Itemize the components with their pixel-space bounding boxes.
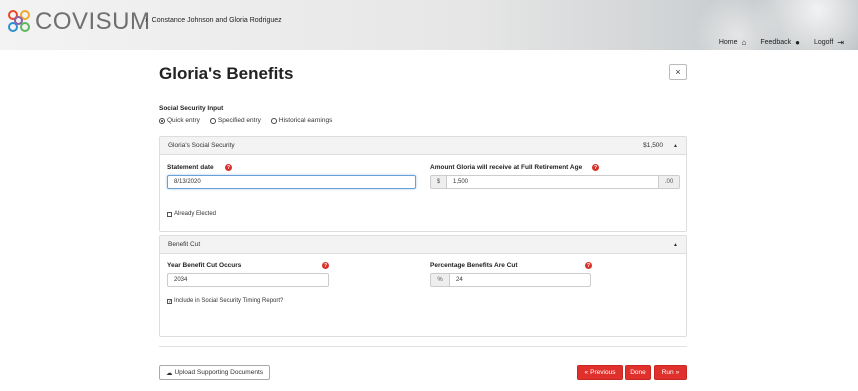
- run-label: Run: [661, 369, 674, 376]
- cloud-upload-icon: ☁: [165, 369, 173, 377]
- ss-panel-title: Gloria's Social Security: [168, 142, 235, 149]
- top-nav: Home ⌂ Feedback ● Logoff ⇥: [719, 38, 844, 47]
- ss-input-label: Social Security Input: [159, 105, 224, 112]
- chevron-right-icon: ›: [145, 15, 148, 24]
- radio-unchecked-icon: [270, 117, 277, 124]
- nav-feedback[interactable]: Feedback ●: [760, 38, 800, 47]
- help-icon[interactable]: ?: [322, 262, 329, 269]
- breadcrumb-client-names: Constance Johnson and Gloria Rodriguez: [151, 17, 282, 24]
- run-button[interactable]: Run »: [654, 365, 687, 380]
- radio-quick-entry[interactable]: Quick entry: [159, 117, 200, 124]
- already-elected-checkbox[interactable]: Already Elected: [167, 211, 216, 217]
- benefit-cut-panel-title: Benefit Cut: [168, 241, 201, 248]
- checkbox-unchecked-icon: [167, 211, 172, 217]
- radio-label: Quick entry: [167, 117, 200, 124]
- nav-home[interactable]: Home ⌂: [719, 38, 747, 47]
- previous-label: Previous: [590, 369, 616, 376]
- ss-panel-amount: $1,500: [643, 142, 664, 149]
- help-icon[interactable]: ?: [225, 164, 232, 171]
- radio-label: Historical earnings: [278, 117, 333, 124]
- covisum-logo[interactable]: COVISUM: [8, 8, 151, 36]
- radio-specified-entry[interactable]: Specified entry: [209, 117, 261, 124]
- cents-addon: .00: [658, 175, 680, 189]
- upload-label: Upload Supporting Documents: [174, 369, 264, 376]
- sign-out-icon: ⇥: [837, 38, 844, 47]
- comment-icon: ●: [795, 38, 800, 47]
- radio-historical-earnings[interactable]: Historical earnings: [270, 117, 333, 124]
- done-label: Done: [630, 369, 646, 376]
- nav-feedback-label: Feedback: [760, 39, 792, 46]
- pct-cut-input[interactable]: 24: [449, 273, 591, 287]
- statement-date-label: Statement date: [167, 164, 214, 171]
- logo-text: COVISUM: [35, 8, 151, 35]
- nav-logoff-label: Logoff: [813, 39, 834, 46]
- help-icon[interactable]: ?: [592, 164, 599, 171]
- home-icon: ⌂: [741, 38, 747, 47]
- include-timing-report-checkbox[interactable]: ✓ Include in Social Security Timing Repo…: [167, 298, 283, 304]
- caret-up-icon: ▲: [673, 142, 678, 149]
- previous-button[interactable]: « Previous: [577, 365, 623, 380]
- year-cut-input[interactable]: 2034: [167, 273, 329, 287]
- radio-checked-icon: [159, 117, 165, 124]
- radio-unchecked-icon: [209, 117, 216, 124]
- double-chevron-right-icon: »: [675, 369, 680, 376]
- checkbox-label: Already Elected: [174, 211, 217, 217]
- nav-logoff[interactable]: Logoff ⇥: [814, 38, 844, 47]
- caret-up-icon: ▲: [673, 241, 678, 248]
- benefit-cut-panel-header[interactable]: Benefit Cut ▲: [160, 236, 686, 254]
- close-button[interactable]: ×: [669, 64, 687, 80]
- page-title: Gloria's Benefits: [159, 64, 294, 83]
- fra-amount-input[interactable]: 1,500: [446, 175, 659, 189]
- percent-addon: %: [430, 273, 450, 287]
- ss-input-options: Quick entry Specified entry Historical e…: [159, 117, 332, 124]
- statement-date-input[interactable]: 8/13/2020: [167, 175, 416, 189]
- checkbox-checked-icon: ✓: [167, 298, 173, 305]
- fra-amount-label: Amount Gloria will receive at Full Retir…: [430, 164, 583, 171]
- breadcrumb[interactable]: › Constance Johnson and Gloria Rodriguez: [145, 15, 282, 24]
- checkbox-label: Include in Social Security Timing Report…: [174, 298, 284, 304]
- double-chevron-left-icon: «: [584, 369, 589, 376]
- nav-home-label: Home: [718, 39, 738, 46]
- app-header: COVISUM › Constance Johnson and Gloria Ro…: [0, 0, 858, 50]
- radio-label: Specified entry: [217, 117, 261, 124]
- upload-documents-button[interactable]: ☁ Upload Supporting Documents: [159, 365, 270, 380]
- ss-panel: Gloria's Social Security $1,500 ▲ Statem…: [159, 136, 687, 232]
- done-button[interactable]: Done: [625, 365, 651, 380]
- logo-mark-icon: [8, 10, 32, 34]
- pct-cut-label: Percentage Benefits Are Cut: [430, 262, 518, 269]
- year-cut-label: Year Benefit Cut Occurs: [167, 262, 242, 269]
- currency-addon: $: [430, 175, 447, 189]
- close-icon: ×: [675, 67, 681, 77]
- ss-panel-header[interactable]: Gloria's Social Security $1,500 ▲: [160, 137, 686, 155]
- benefit-cut-panel: Benefit Cut ▲ Year Benefit Cut Occurs ? …: [159, 235, 687, 337]
- help-icon[interactable]: ?: [585, 262, 592, 269]
- divider: [159, 346, 687, 347]
